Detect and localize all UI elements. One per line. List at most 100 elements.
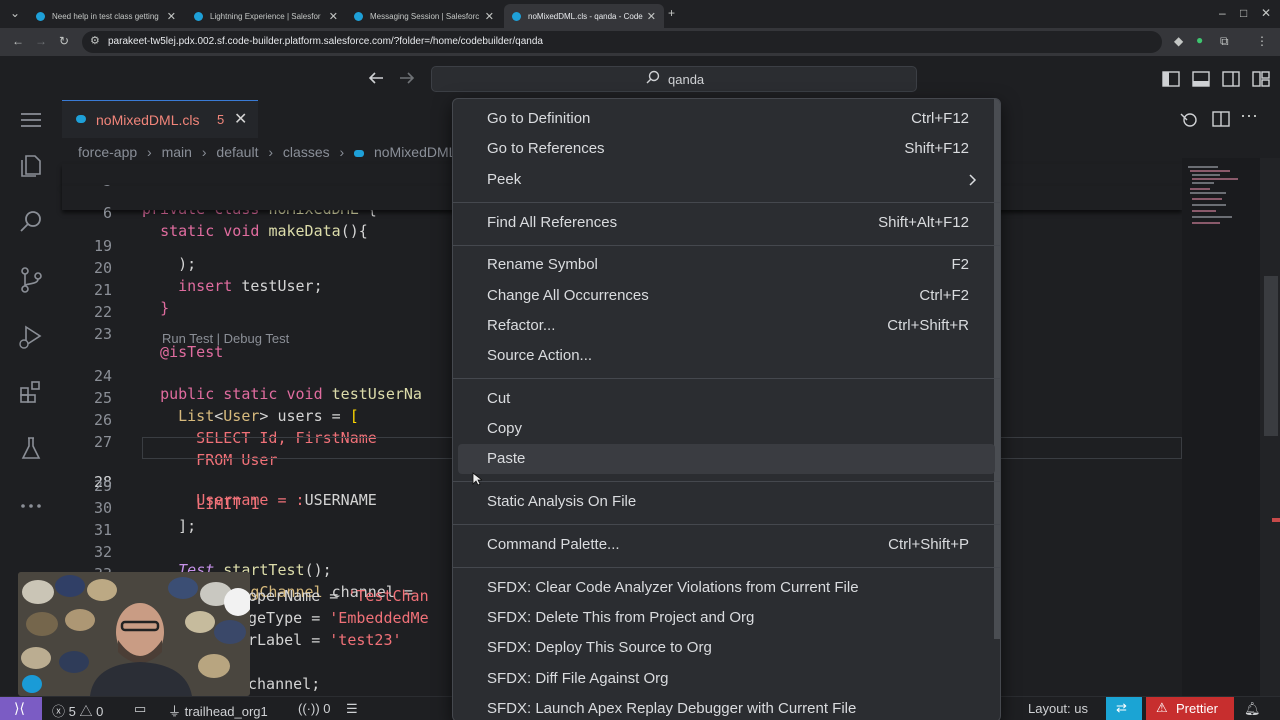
- salesforce-favicon-icon: [354, 11, 363, 21]
- menu-item-sfdx-diff[interactable]: SFDX: Diff File Against Org: [458, 664, 995, 694]
- warning-icon: △: [79, 704, 93, 719]
- extensions-puzzle-icon[interactable]: ⧉: [1220, 34, 1229, 49]
- explorer-files-icon[interactable]: [17, 152, 45, 180]
- reload-icon[interactable]: ↻: [59, 34, 69, 48]
- close-icon[interactable]: ✕: [167, 10, 176, 23]
- menu-item-go-to-references[interactable]: Go to References Shift+F12: [458, 134, 995, 164]
- menu-item-static-analysis[interactable]: Static Analysis On File: [458, 487, 995, 517]
- split-editor-icon[interactable]: [1212, 110, 1230, 128]
- salesforce-favicon-icon: [194, 11, 203, 21]
- browser-tab-1[interactable]: Need help in test class getting ✕: [28, 4, 184, 28]
- breadcrumb-item[interactable]: default: [216, 144, 258, 160]
- source-control-icon[interactable]: [17, 266, 45, 294]
- browser-tab-2[interactable]: Lightning Experience | Salesfor ✕: [186, 4, 346, 28]
- close-icon[interactable]: ✕: [647, 10, 656, 23]
- menu-separator: [453, 378, 1000, 379]
- menu-item-source-action[interactable]: Source Action...: [458, 341, 995, 371]
- tab-search-icon[interactable]: ⌄: [10, 6, 20, 20]
- mouse-cursor-icon: [472, 472, 482, 486]
- scrollbar-thumb[interactable]: [1264, 276, 1278, 436]
- extensions-icon[interactable]: [17, 378, 45, 406]
- testing-flask-icon[interactable]: [17, 434, 45, 462]
- ports-indicator[interactable]: ((·)) 0: [298, 701, 331, 716]
- close-icon[interactable]: ✕: [485, 10, 494, 23]
- close-tab-icon[interactable]: ✕: [234, 109, 247, 129]
- menu-item-peek[interactable]: Peek: [458, 165, 995, 195]
- menu-item-go-to-definition[interactable]: Go to Definition Ctrl+F12: [458, 104, 995, 134]
- chevron-right-icon: ›: [339, 144, 345, 160]
- webcam-presenter-image: [18, 572, 250, 696]
- browser-tab-3[interactable]: Messaging Session | Salesforc ✕: [346, 4, 502, 28]
- browser-menu-icon[interactable]: ⋮: [1256, 34, 1268, 48]
- address-bar[interactable]: ⚙ parakeet-tw5lej.pdx.002.sf.code-builde…: [82, 31, 1162, 53]
- breadcrumb-item[interactable]: classes: [283, 144, 330, 160]
- menu-hamburger-icon[interactable]: [17, 106, 45, 134]
- minimize-window-icon[interactable]: –: [1219, 6, 1226, 20]
- menu-separator: [453, 524, 1000, 525]
- editor-tab-active[interactable]: noMixedDML.cls 5 ✕: [62, 100, 258, 138]
- error-marker: [1272, 518, 1280, 522]
- tasks-list-icon[interactable]: ☰: [346, 701, 358, 717]
- problems-indicator[interactable]: ⓧ 5 △ 0: [52, 701, 103, 720]
- breadcrumb: force-app › main › default › classes › n…: [78, 144, 456, 160]
- menu-item-change-all-occurrences[interactable]: Change All Occurrences Ctrl+F2: [458, 281, 995, 311]
- toggle-panel-icon[interactable]: [1192, 71, 1210, 87]
- menu-item-cut[interactable]: Cut: [458, 384, 995, 414]
- apex-file-icon: [76, 115, 86, 123]
- close-icon[interactable]: ✕: [329, 10, 338, 23]
- menu-item-paste[interactable]: Paste: [458, 444, 995, 474]
- chevron-right-icon: ›: [268, 144, 274, 160]
- open-changes-icon[interactable]: [1178, 110, 1200, 128]
- toggle-primary-sidebar-icon[interactable]: [1162, 71, 1180, 87]
- nav-back-icon[interactable]: [368, 71, 384, 85]
- menu-item-copy[interactable]: Copy: [458, 414, 995, 444]
- menu-separator: [453, 481, 1000, 482]
- minimap[interactable]: [1182, 158, 1260, 696]
- menu-separator: [453, 567, 1000, 568]
- grammarly-icon[interactable]: ●: [1196, 33, 1203, 47]
- output-panel-icon[interactable]: ▭: [134, 701, 146, 717]
- problem-count-badge: 5: [217, 112, 225, 127]
- breadcrumb-item[interactable]: main: [162, 144, 192, 160]
- browser-tab-4-active[interactable]: noMixedDML.cls - qanda - Code ✕: [504, 4, 664, 28]
- more-dots-icon[interactable]: [17, 492, 45, 520]
- share-icon: ⇄: [1116, 700, 1127, 715]
- menu-item-sfdx-delete[interactable]: SFDX: Delete This from Project and Org: [458, 603, 995, 633]
- back-icon[interactable]: ←: [12, 34, 24, 48]
- vertical-scrollbar[interactable]: [1260, 158, 1280, 696]
- menu-item-rename-symbol[interactable]: Rename Symbol F2: [458, 250, 995, 280]
- maximize-window-icon[interactable]: □: [1240, 6, 1247, 20]
- search-icon[interactable]: [17, 208, 45, 236]
- site-info-icon[interactable]: ⚙: [90, 34, 100, 47]
- menu-item-refactor[interactable]: Refactor... Ctrl+Shift+R: [458, 311, 995, 341]
- breadcrumb-item[interactable]: noMixedDML: [374, 144, 456, 160]
- toggle-secondary-sidebar-icon[interactable]: [1222, 71, 1240, 87]
- menu-item-sfdx-replay-debugger[interactable]: SFDX: Launch Apex Replay Debugger with C…: [458, 694, 995, 720]
- menu-item-command-palette[interactable]: Command Palette... Ctrl+Shift+P: [458, 530, 995, 560]
- menu-separator: [453, 202, 1000, 203]
- menu-item-sfdx-clear-violations[interactable]: SFDX: Clear Code Analyzer Violations fro…: [458, 573, 995, 603]
- nav-forward-icon[interactable]: [399, 71, 415, 85]
- customize-layout-icon[interactable]: [1252, 71, 1270, 87]
- live-share-indicator[interactable]: ⇄: [1106, 697, 1142, 720]
- more-actions-icon[interactable]: ⋯: [1240, 106, 1258, 127]
- menu-item-find-all-references[interactable]: Find All References Shift+Alt+F12: [458, 208, 995, 238]
- default-org-indicator[interactable]: ⏚ trailhead_org1: [168, 701, 268, 720]
- browser-toolbar: ← → ↻ ⚙ parakeet-tw5lej.pdx.002.sf.code-…: [0, 28, 1280, 56]
- keyboard-layout[interactable]: Layout: us: [1028, 701, 1088, 716]
- codelens-run-debug-test[interactable]: Run Test | Debug Test: [162, 331, 289, 346]
- breadcrumb-item[interactable]: force-app: [78, 144, 137, 160]
- remote-indicator[interactable]: ⟩⟨: [0, 697, 42, 720]
- prettier-status[interactable]: ⚠ Prettier: [1146, 697, 1234, 720]
- run-and-debug-icon[interactable]: [17, 322, 45, 350]
- apex-file-icon: [354, 150, 365, 157]
- forward-icon[interactable]: →: [35, 34, 47, 48]
- new-tab-plus-icon[interactable]: +: [668, 6, 675, 20]
- webcam-overlay: [18, 572, 250, 696]
- notifications-bell-icon[interactable]: 🔔︎: [1244, 701, 1261, 717]
- command-center-search[interactable]: qanda: [431, 66, 917, 92]
- close-window-icon[interactable]: ✕: [1261, 6, 1271, 20]
- chevron-right-icon: ›: [147, 144, 152, 160]
- extension-icon[interactable]: ◆: [1174, 34, 1183, 48]
- menu-item-sfdx-deploy[interactable]: SFDX: Deploy This Source to Org: [458, 633, 995, 663]
